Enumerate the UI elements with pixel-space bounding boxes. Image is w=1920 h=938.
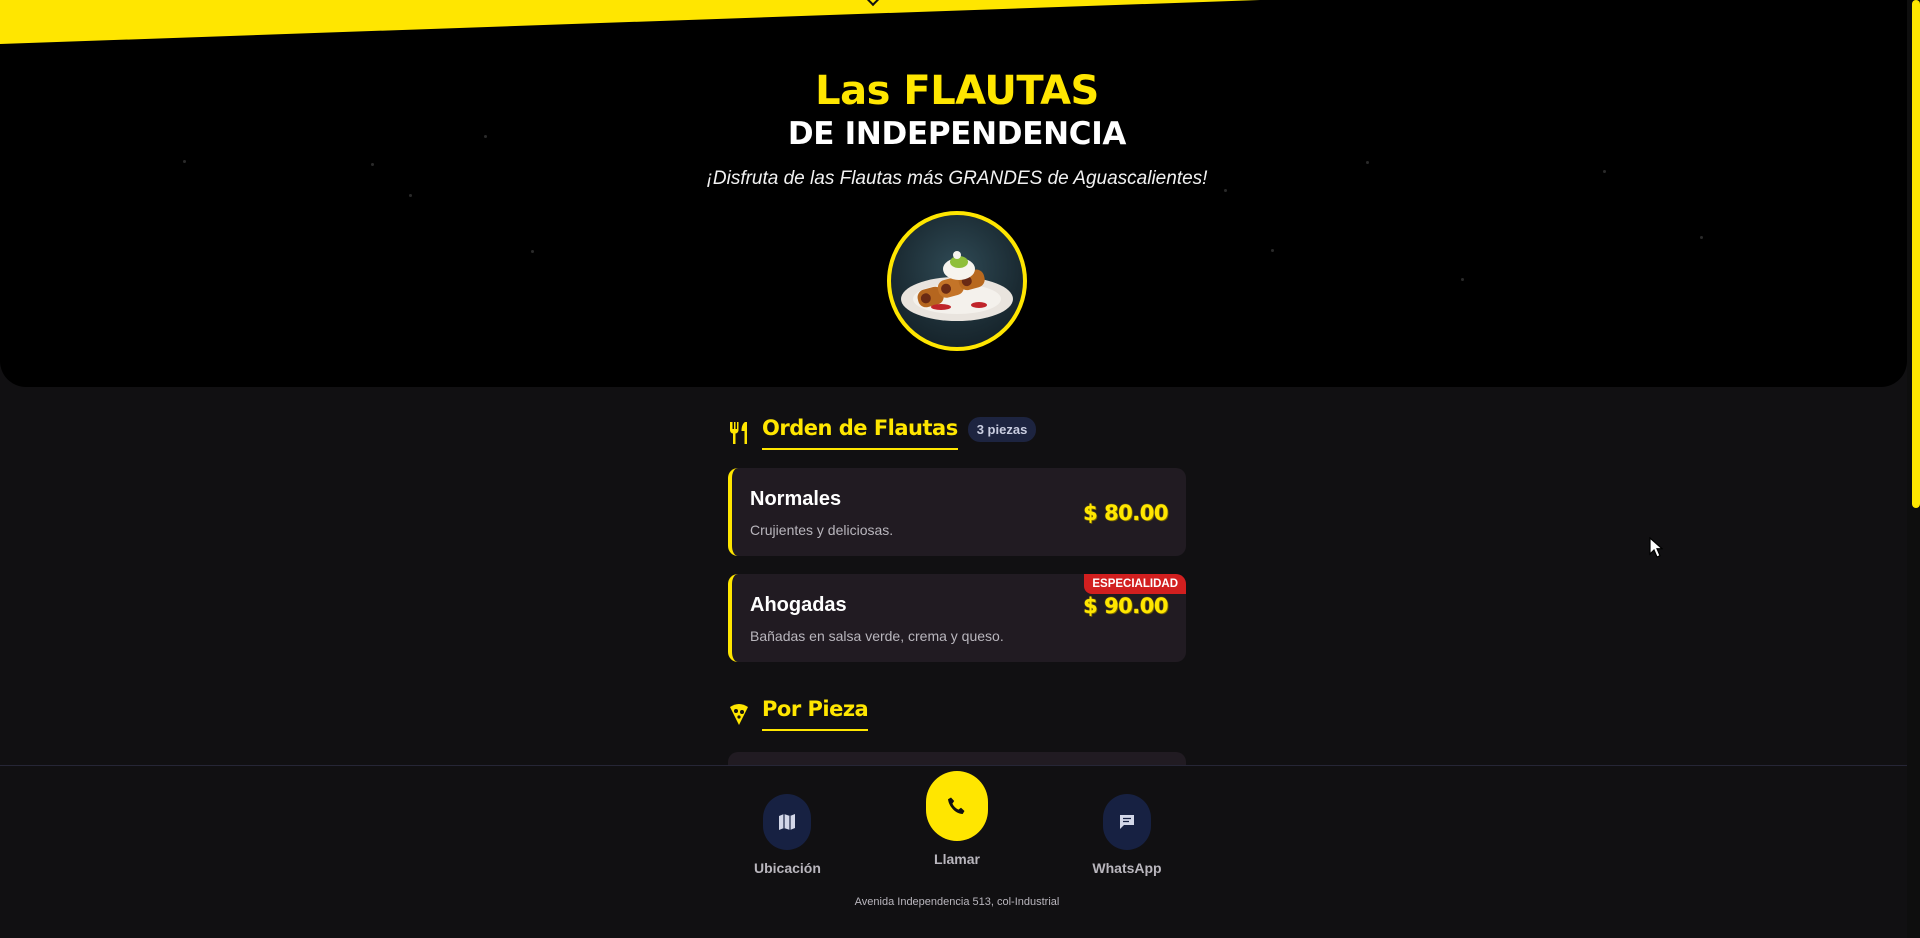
menu-item-name: Ahogadas: [750, 594, 847, 616]
pizza-slice-icon: [730, 704, 748, 725]
menu-item-ahogadas[interactable]: ESPECIALIDAD Ahogadas Bañadas en salsa v…: [728, 574, 1186, 662]
hero-subtitle: ¡Disfruta de las Flautas más GRANDES de …: [706, 168, 1208, 189]
mouse-cursor-icon: [1649, 537, 1663, 558]
menu-item-partial[interactable]: [728, 752, 1186, 766]
whatsapp-button-circle[interactable]: [1103, 794, 1151, 850]
location-button[interactable]: Ubicación: [754, 794, 821, 876]
hero-title: Las FLAUTAS: [815, 68, 1099, 114]
utensils-icon: [730, 422, 747, 444]
page: Las FLAUTAS DE INDEPENDENCIA ¡Disfruta d…: [0, 0, 1907, 938]
section-pieza-header: Por Pieza: [728, 697, 869, 731]
whatsapp-button[interactable]: WhatsApp: [1087, 794, 1167, 876]
chevron-down-icon: [865, 0, 881, 7]
menu-item-description: Crujientes y deliciosas.: [750, 522, 894, 538]
menu-item-price: $ 90.00: [1083, 594, 1168, 618]
menu-item-normales[interactable]: Normales Crujientes y deliciosas. $ 80.0…: [728, 468, 1186, 556]
menu-item-name: Normales: [750, 488, 842, 510]
location-button-circle[interactable]: [763, 794, 811, 850]
call-button[interactable]: Llamar: [920, 771, 994, 867]
section-orden-header: Orden de Flautas 3 piezas: [728, 416, 1037, 450]
whatsapp-label: WhatsApp: [1092, 860, 1162, 876]
section-title: Orden de Flautas: [762, 416, 958, 450]
location-label: Ubicación: [754, 860, 821, 876]
phone-icon: [948, 797, 965, 814]
menu-item-description: Bañadas en salsa verde, crema y queso.: [750, 628, 1004, 644]
message-icon: [1120, 815, 1134, 829]
hero: Las FLAUTAS DE INDEPENDENCIA ¡Disfruta d…: [0, 0, 1907, 387]
flautas-plate-illustration: [901, 251, 1013, 321]
map-icon: [779, 814, 795, 830]
footer-address: Avenida Independencia 513, col-Industria…: [854, 896, 1060, 908]
flautas-photo: [887, 211, 1027, 351]
hero-title-secondary: DE INDEPENDENCIA: [787, 116, 1127, 152]
menu-item-price: $ 80.00: [1083, 501, 1168, 525]
section-title: Por Pieza: [762, 697, 869, 731]
call-button-circle[interactable]: [926, 771, 988, 841]
scrollbar-thumb[interactable]: [1912, 0, 1920, 508]
quantity-badge: 3 piezas: [967, 416, 1037, 442]
bottom-action-bar: Ubicación Llamar WhatsApp: [0, 765, 1907, 938]
specialty-badge: ESPECIALIDAD: [1084, 574, 1186, 594]
call-label: Llamar: [934, 851, 980, 867]
